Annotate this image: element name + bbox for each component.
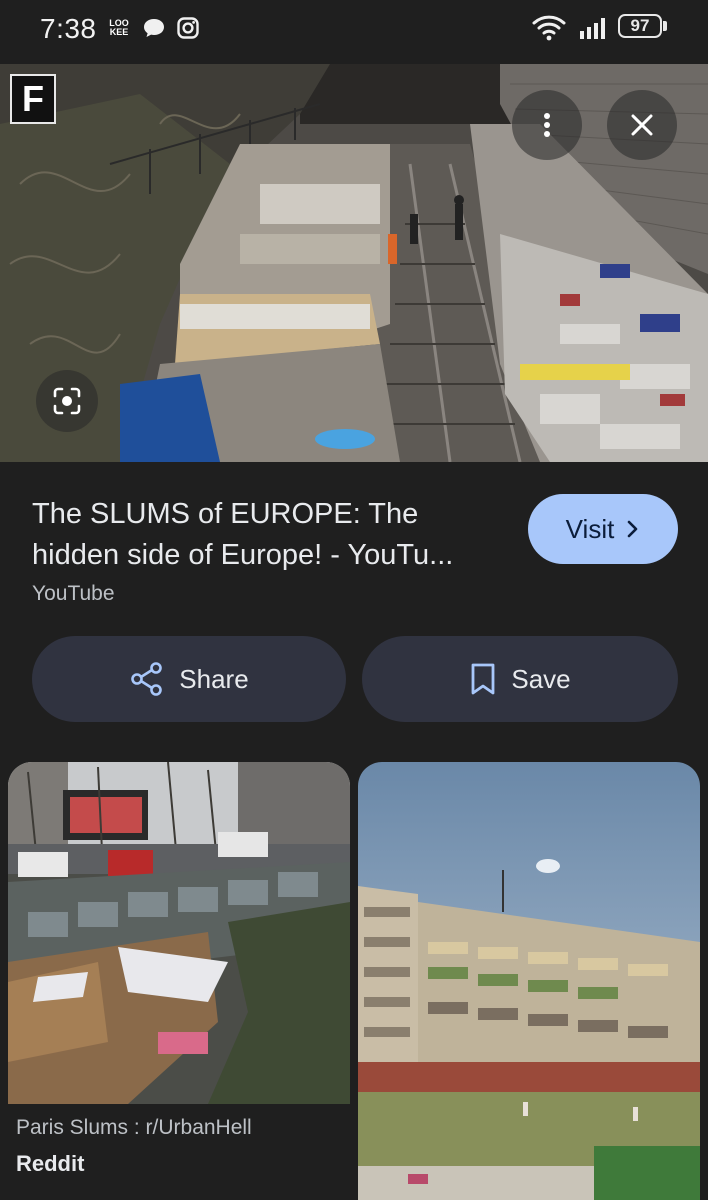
related-1-caption[interactable]: Paris Slums : r/UrbanHell <box>16 1116 252 1140</box>
result-title[interactable]: The SLUMS of EUROPE: The hidden side of … <box>32 494 512 576</box>
status-time: 7:38 <box>40 13 97 44</box>
signal-icon <box>578 14 610 42</box>
hero-photo <box>0 64 708 462</box>
hero-image[interactable]: F <box>0 64 708 462</box>
close-icon <box>631 114 653 136</box>
more-vert-icon <box>544 113 550 137</box>
status-bar: 7:38 LOO KEE 97 <box>0 0 708 58</box>
lens-search-button[interactable] <box>36 370 98 432</box>
share-label: Share <box>179 663 249 694</box>
close-button[interactable] <box>607 90 677 160</box>
wifi-icon <box>532 14 566 42</box>
save-label: Save <box>511 663 571 694</box>
related-photo-2 <box>358 762 700 1200</box>
battery-tip <box>663 21 667 31</box>
more-options-button[interactable] <box>512 90 582 160</box>
source-logo: F <box>10 74 56 124</box>
related-image-2[interactable] <box>358 762 700 1200</box>
chevron-right-icon <box>628 520 638 538</box>
share-button[interactable]: Share <box>32 636 346 722</box>
related-1-source: Reddit <box>16 1151 85 1176</box>
result-source: YouTube <box>32 582 115 605</box>
lens-icon <box>53 387 81 415</box>
instagram-icon <box>176 14 200 42</box>
visit-label: Visit <box>565 513 615 544</box>
chat-bubble-icon <box>142 14 166 42</box>
save-button[interactable]: Save <box>362 636 678 722</box>
related-photo-1 <box>8 762 350 1104</box>
notification-badge-icon: LOO KEE <box>109 18 129 37</box>
share-icon <box>131 662 163 696</box>
visit-button[interactable]: Visit <box>528 494 678 564</box>
bookmark-icon <box>471 663 495 695</box>
related-image-1[interactable] <box>8 762 350 1104</box>
battery-icon: 97 <box>618 14 662 38</box>
